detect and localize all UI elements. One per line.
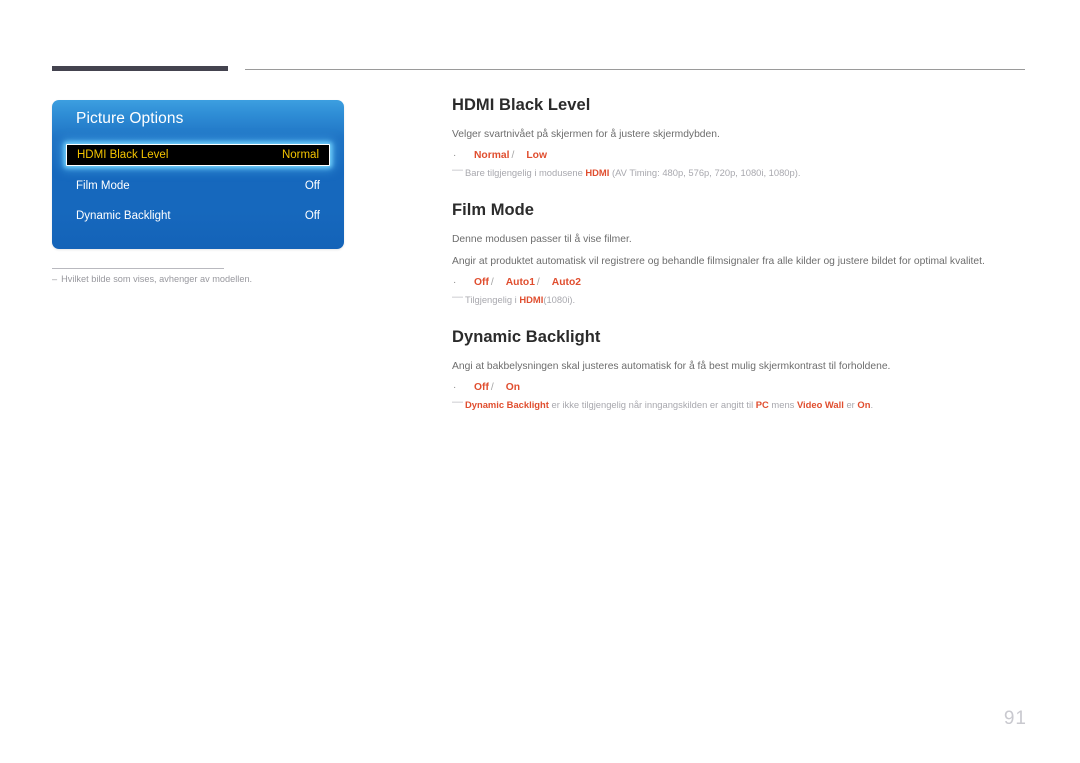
panel-footnote-text: Hvilket bilde som vises, avhenger av mod… [61,274,253,284]
section-paragraph: Velger svartnivået på skjermen for å jus… [452,129,720,140]
section-options-values: Off / Auto1/Auto2 [474,276,581,288]
section-note: — Tilgjengelig i HDMI(1080i). [452,290,1032,306]
bullet-icon: · [453,276,457,288]
section-paragraph: Angi at bakbelysningen skal justeres aut… [452,361,891,373]
osd-menu-item-film-mode[interactable]: Film Mode Off [66,175,330,197]
osd-panel-title: Picture Options [76,110,184,127]
note-text: Bare tilgjengelig i modusene HDMI (AV Ti… [465,166,801,178]
section-dynamic-backlight: Dynamic Backlight Angi at bakbelysningen… [452,328,1032,411]
note-text: Dynamic Backlight er ikke tilgjengelig n… [465,399,874,410]
bullet-icon: · [453,149,457,161]
section-film-mode: Film Mode Denne modusen passer til å vis… [452,201,1032,306]
page-number: 91 [1003,708,1027,729]
bullet-icon: · [453,382,457,393]
osd-picture-options-panel: Picture Options HDMI Black Level Normal … [52,100,344,249]
osd-menu-item-dynamic-backlight[interactable]: Dynamic Backlight Off [66,205,330,227]
section-note: — Bare tilgjengelig i modusene HDMI (AV … [452,163,1032,179]
content-column: HDMI Black Level Velger svartnivået på s… [452,96,1032,411]
section-paragraph: Angir at produktet automatisk vil regist… [452,256,985,267]
section-hdmi-black-level: HDMI Black Level Velger svartnivået på s… [452,96,1032,179]
osd-menu-item-value: Off [304,210,320,222]
osd-menu-item-value: Off [304,180,320,192]
osd-menu-item-label: Dynamic Backlight [76,210,171,222]
note-dash-icon: — [452,396,463,408]
osd-menu-item-hdmi-black-level[interactable]: HDMI Black Level Normal [66,144,330,166]
panel-footnote-divider [52,268,224,269]
osd-menu-item-label: HDMI Black Level [77,149,169,161]
section-options: · Normal / Low [452,150,1032,161]
section-options-values: Normal / Low [474,149,547,161]
section-heading: Film Mode [452,201,535,220]
section-heading: Dynamic Backlight [452,328,601,347]
section-heading: HDMI Black Level [452,96,591,114]
header-rule-thin [245,69,1025,70]
panel-footnote: – Hvilket bilde som vises, avhenger av mo… [52,274,252,284]
section-options: · Off / On [452,382,1032,393]
osd-menu-item-label: Film Mode [76,180,130,192]
header-rule-accent [52,66,228,71]
section-options: · Off / Auto1/Auto2 [452,277,1032,288]
note-dash-icon: — [452,163,463,176]
section-note: — Dynamic Backlight er ikke tilgjengelig… [452,396,1032,411]
note-dash-icon: — [452,290,463,303]
osd-menu-item-value: Normal [281,149,319,161]
section-paragraph: Denne modusen passer til å vise filmer. [452,234,632,246]
section-options-values: Off / On [474,382,521,393]
note-text: Tilgjengelig i HDMI(1080i). [465,293,576,305]
panel-footnote-dash: – [52,274,58,284]
